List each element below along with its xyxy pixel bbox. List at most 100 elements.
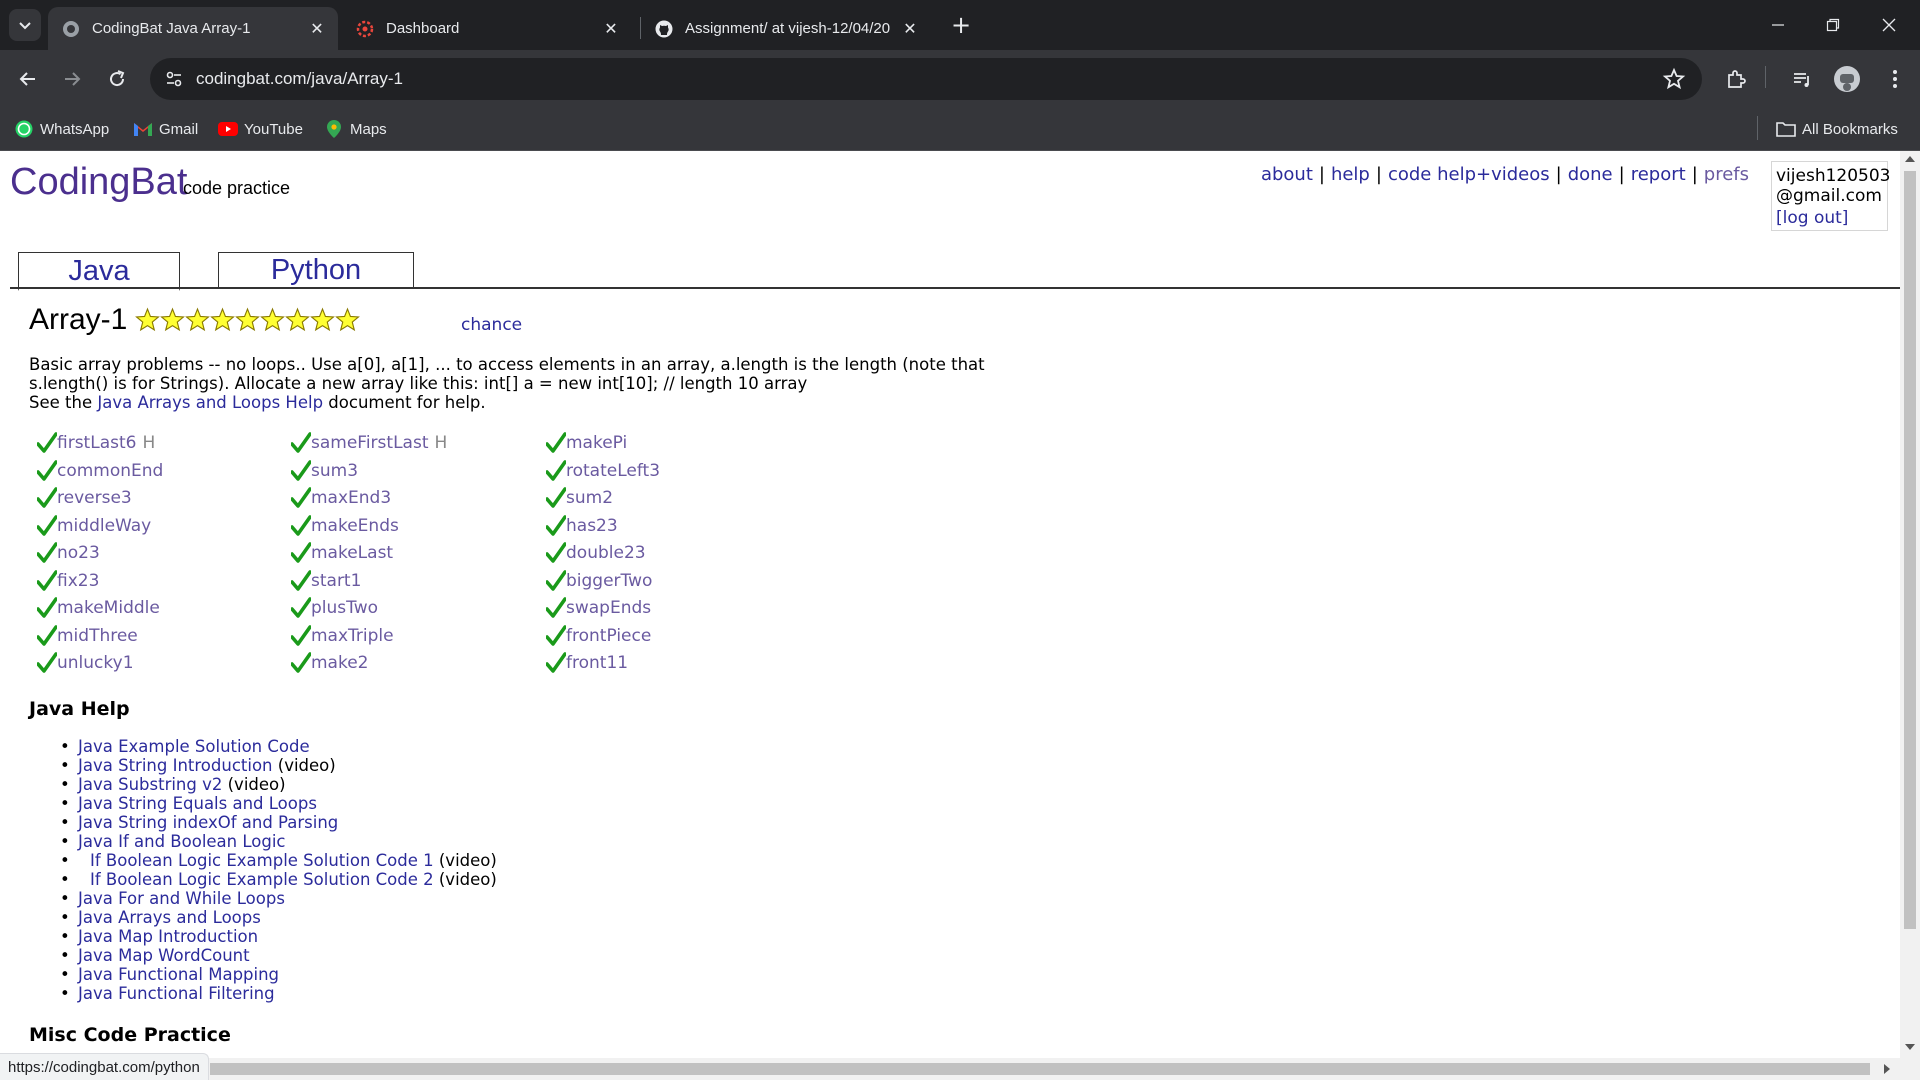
help-link[interactable]: Java Map Introduction bbox=[78, 927, 258, 946]
problem-item[interactable]: makePi bbox=[546, 431, 627, 455]
problem-link[interactable]: rotateLeft3 bbox=[566, 461, 660, 481]
bookmark-maps[interactable]: Maps bbox=[324, 118, 387, 140]
problem-link[interactable]: maxTriple bbox=[311, 626, 394, 646]
problem-link[interactable]: swapEnds bbox=[566, 598, 651, 618]
code-help-videos-link[interactable]: code help+videos bbox=[1388, 164, 1550, 185]
problem-item[interactable]: makeMiddle bbox=[37, 596, 160, 620]
problem-item[interactable]: fix23 bbox=[37, 569, 99, 593]
problem-item[interactable]: makeLast bbox=[291, 541, 393, 565]
problem-item[interactable]: rotateLeft3 bbox=[546, 459, 660, 483]
problem-item[interactable]: biggerTwo bbox=[546, 569, 652, 593]
close-tab-icon[interactable]: ✕ bbox=[899, 18, 921, 40]
problem-item[interactable]: double23 bbox=[546, 541, 646, 565]
scroll-thumb[interactable] bbox=[210, 1063, 1870, 1075]
tab-dashboard[interactable]: Dashboard ✕ bbox=[342, 7, 632, 50]
problem-item[interactable]: make2 bbox=[291, 651, 369, 675]
tab-search-button[interactable] bbox=[9, 9, 41, 41]
problem-link[interactable]: no23 bbox=[57, 543, 100, 563]
back-button[interactable] bbox=[13, 64, 43, 94]
problem-link[interactable]: middleWay bbox=[57, 516, 151, 536]
bookmark-star-icon[interactable] bbox=[1662, 67, 1686, 91]
prefs-link[interactable]: prefs bbox=[1704, 164, 1749, 185]
horizontal-scrollbar[interactable] bbox=[0, 1058, 1900, 1080]
problem-item[interactable]: sum3 bbox=[291, 459, 358, 483]
problem-item[interactable]: front11 bbox=[546, 651, 628, 675]
problem-item[interactable]: sum2 bbox=[546, 486, 613, 510]
tab-java[interactable]: Java bbox=[18, 252, 180, 291]
problem-link[interactable]: sum2 bbox=[566, 488, 613, 508]
forward-button[interactable] bbox=[57, 64, 87, 94]
help-link[interactable]: Java Functional Mapping bbox=[78, 965, 279, 984]
problem-item[interactable]: plusTwo bbox=[291, 596, 378, 620]
problem-item[interactable]: sameFirstLast H bbox=[291, 431, 447, 455]
chance-link[interactable]: chance bbox=[461, 315, 522, 335]
problem-link[interactable]: double23 bbox=[566, 543, 646, 563]
reload-button[interactable] bbox=[102, 64, 132, 94]
problem-link[interactable]: midThree bbox=[57, 626, 138, 646]
problem-link[interactable]: sum3 bbox=[311, 461, 358, 481]
problem-item[interactable]: midThree bbox=[37, 624, 138, 648]
problem-link[interactable]: frontPiece bbox=[566, 626, 651, 646]
vertical-scrollbar[interactable] bbox=[1900, 151, 1920, 1080]
problem-link[interactable]: maxEnd3 bbox=[311, 488, 391, 508]
problem-link[interactable]: plusTwo bbox=[311, 598, 378, 618]
problem-link[interactable]: fix23 bbox=[57, 571, 99, 591]
scroll-up-arrow-icon[interactable] bbox=[1905, 156, 1915, 162]
problem-item[interactable]: has23 bbox=[546, 514, 618, 538]
bookmark-youtube[interactable]: YouTube bbox=[218, 118, 303, 140]
arrays-loops-help-link[interactable]: Java Arrays and Loops Help bbox=[97, 393, 323, 412]
bookmark-whatsapp[interactable]: WhatsApp bbox=[14, 118, 109, 140]
problem-link[interactable]: makeLast bbox=[311, 543, 393, 563]
help-link[interactable]: Java Example Solution Code bbox=[78, 737, 310, 756]
extensions-button[interactable] bbox=[1721, 64, 1751, 94]
about-link[interactable]: about bbox=[1261, 164, 1313, 185]
scroll-right-arrow-icon[interactable] bbox=[1884, 1064, 1890, 1074]
url-text[interactable]: codingbat.com/java/Array-1 bbox=[196, 69, 403, 89]
help-link[interactable]: Java If and Boolean Logic bbox=[78, 832, 286, 851]
site-info-icon[interactable] bbox=[162, 67, 186, 91]
tab-github[interactable]: Assignment/ at vijesh-12/04/20 ✕ bbox=[641, 7, 931, 50]
problem-link[interactable]: makePi bbox=[566, 433, 627, 453]
help-link[interactable]: help bbox=[1331, 164, 1370, 185]
problem-link[interactable]: makeEnds bbox=[311, 516, 399, 536]
problem-item[interactable]: maxTriple bbox=[291, 624, 394, 648]
profile-avatar[interactable] bbox=[1832, 64, 1862, 94]
browser-menu-button[interactable] bbox=[1880, 64, 1910, 94]
help-link[interactable]: Java Map WordCount bbox=[78, 946, 250, 965]
report-link[interactable]: report bbox=[1631, 164, 1686, 185]
problem-item[interactable]: commonEnd bbox=[37, 459, 163, 483]
help-link[interactable]: Java Functional Filtering bbox=[78, 984, 275, 1003]
help-link[interactable]: If Boolean Logic Example Solution Code 2 bbox=[90, 870, 434, 889]
logout-link[interactable]: [log out] bbox=[1776, 208, 1883, 228]
media-controls-button[interactable] bbox=[1787, 64, 1817, 94]
help-link[interactable]: Java String Introduction bbox=[78, 756, 273, 775]
problem-link[interactable]: make2 bbox=[311, 653, 369, 673]
problem-link[interactable]: sameFirstLast bbox=[311, 433, 428, 453]
address-bar[interactable]: codingbat.com/java/Array-1 bbox=[150, 58, 1702, 100]
restore-button[interactable] bbox=[1806, 0, 1860, 50]
problem-item[interactable]: no23 bbox=[37, 541, 100, 565]
new-tab-button[interactable]: + bbox=[948, 11, 974, 39]
scroll-thumb[interactable] bbox=[1904, 171, 1916, 929]
problem-link[interactable]: biggerTwo bbox=[566, 571, 652, 591]
problem-item[interactable]: makeEnds bbox=[291, 514, 399, 538]
problem-item[interactable]: unlucky1 bbox=[37, 651, 134, 675]
problem-link[interactable]: reverse3 bbox=[57, 488, 132, 508]
scroll-down-arrow-icon[interactable] bbox=[1905, 1044, 1915, 1050]
done-link[interactable]: done bbox=[1568, 164, 1613, 185]
minimize-button[interactable] bbox=[1751, 0, 1805, 50]
problem-link[interactable]: unlucky1 bbox=[57, 653, 134, 673]
close-tab-icon[interactable]: ✕ bbox=[600, 18, 622, 40]
problem-link[interactable]: commonEnd bbox=[57, 461, 163, 481]
problem-link[interactable]: makeMiddle bbox=[57, 598, 160, 618]
help-link[interactable]: Java String Equals and Loops bbox=[78, 794, 317, 813]
bookmark-gmail[interactable]: Gmail bbox=[133, 118, 198, 140]
problem-item[interactable]: middleWay bbox=[37, 514, 151, 538]
tab-python[interactable]: Python bbox=[218, 252, 414, 289]
help-link[interactable]: Java Substring v2 bbox=[78, 775, 222, 794]
all-bookmarks-button[interactable]: All Bookmarks bbox=[1776, 118, 1898, 140]
help-link[interactable]: Java For and While Loops bbox=[78, 889, 285, 908]
problem-link[interactable]: start1 bbox=[311, 571, 361, 591]
problem-item[interactable]: firstLast6 H bbox=[37, 431, 155, 455]
problem-item[interactable]: swapEnds bbox=[546, 596, 651, 620]
